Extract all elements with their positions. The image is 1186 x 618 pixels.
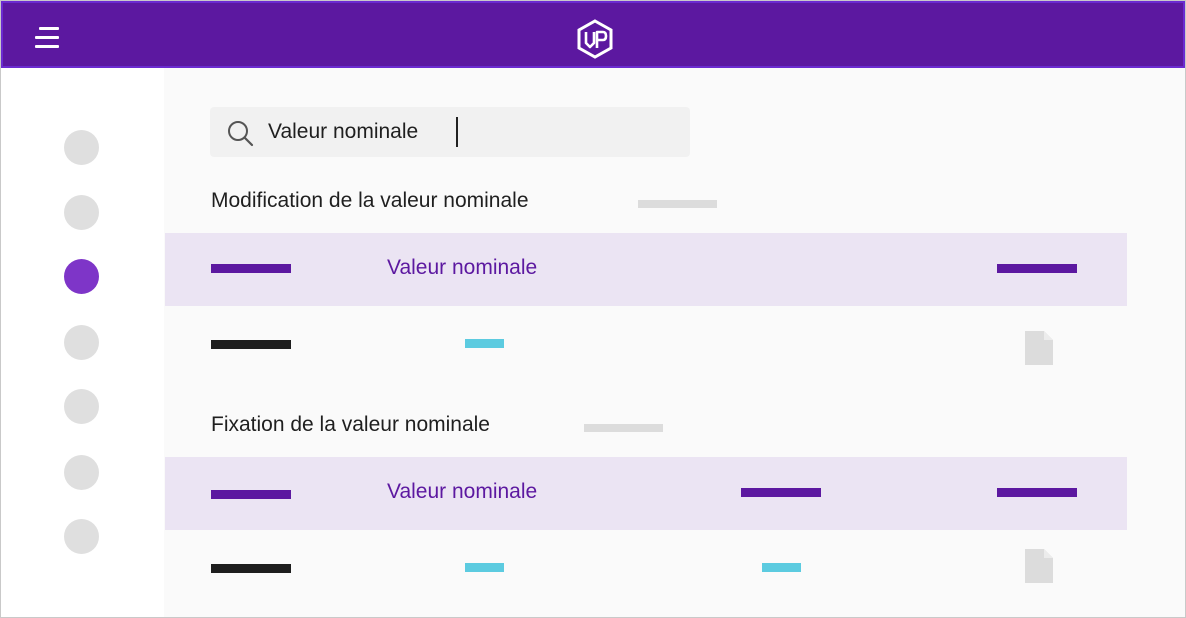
top-bar bbox=[1, 1, 1185, 68]
search-icon[interactable] bbox=[226, 119, 254, 147]
document-icon[interactable] bbox=[1025, 549, 1053, 583]
cell-placeholder-bar bbox=[211, 340, 291, 349]
header-placeholder-bar bbox=[211, 264, 291, 273]
section-title-modification: Modification de la valeur nominale bbox=[211, 189, 529, 212]
table-header-row: Valeur nominale bbox=[165, 457, 1127, 530]
sidebar-item-3-active[interactable] bbox=[64, 259, 99, 294]
header-placeholder-bar bbox=[741, 488, 821, 497]
logo-icon bbox=[577, 19, 613, 59]
sidebar bbox=[1, 68, 164, 617]
sidebar-item-4[interactable] bbox=[64, 325, 99, 360]
cell-accent-bar bbox=[762, 563, 801, 572]
header-placeholder-bar bbox=[997, 264, 1077, 273]
column-label-valeur-nominale: Valeur nominale bbox=[387, 256, 538, 279]
sidebar-item-6[interactable] bbox=[64, 455, 99, 490]
app-window: Modification de la valeur nominale Valeu… bbox=[0, 0, 1186, 618]
search-input[interactable] bbox=[268, 115, 668, 149]
sidebar-item-5[interactable] bbox=[64, 389, 99, 424]
text-caret bbox=[456, 117, 458, 147]
document-icon[interactable] bbox=[1025, 331, 1053, 365]
cell-accent-bar bbox=[465, 339, 504, 348]
table-row[interactable] bbox=[165, 306, 1127, 379]
hamburger-icon[interactable] bbox=[35, 27, 65, 49]
header-placeholder-bar bbox=[211, 490, 291, 499]
placeholder-bar bbox=[584, 424, 663, 432]
sidebar-item-7[interactable] bbox=[64, 519, 99, 554]
header-placeholder-bar bbox=[997, 488, 1077, 497]
search-box bbox=[210, 107, 690, 157]
section-title-fixation: Fixation de la valeur nominale bbox=[211, 413, 490, 436]
sidebar-item-2[interactable] bbox=[64, 195, 99, 230]
table-row[interactable] bbox=[165, 530, 1127, 603]
cell-placeholder-bar bbox=[211, 564, 291, 573]
cell-accent-bar bbox=[465, 563, 504, 572]
sidebar-item-1[interactable] bbox=[64, 130, 99, 165]
placeholder-bar bbox=[638, 200, 717, 208]
table-header-row: Valeur nominale bbox=[165, 233, 1127, 306]
column-label-valeur-nominale: Valeur nominale bbox=[387, 480, 538, 503]
